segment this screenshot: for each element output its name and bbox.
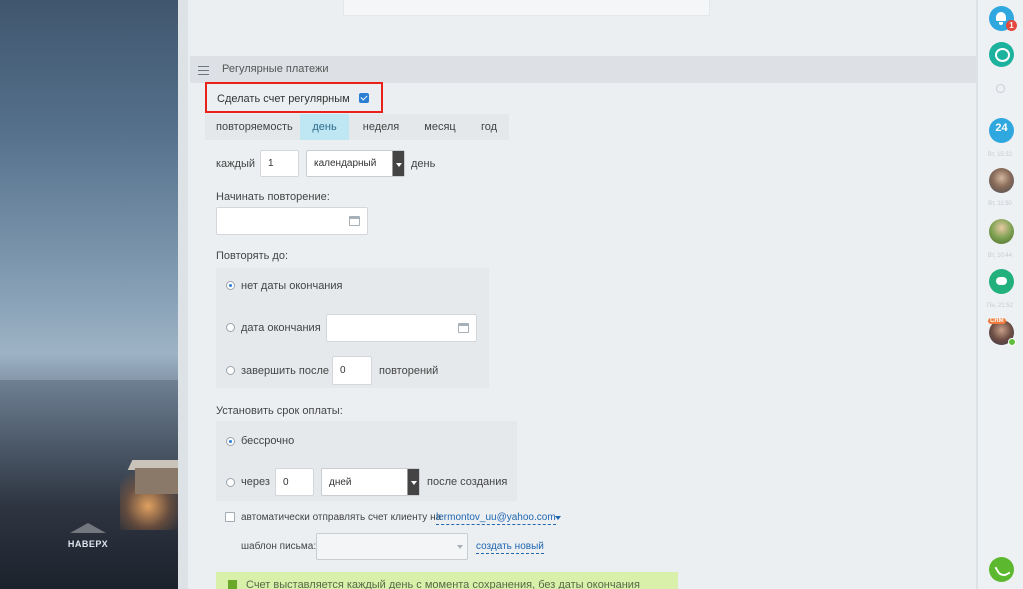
make-regular-checkbox[interactable] — [359, 93, 369, 103]
top-input-area — [343, 0, 710, 16]
make-regular-row: Сделать счет регулярным — [205, 82, 383, 113]
start-repeat-label: Начинать повторение: — [216, 191, 330, 203]
client-email-link[interactable]: lermontov_uu@yahoo.com — [436, 512, 556, 525]
search-icon[interactable] — [996, 84, 1005, 93]
auto-send-label: автоматически отправлять счет клиенту на — [241, 512, 442, 523]
pay-after-label: через — [241, 476, 270, 488]
rail-timestamp: Пн, 21:52 — [987, 303, 1013, 309]
end-date-input[interactable] — [326, 314, 477, 342]
crm-badge: CRM — [988, 318, 1006, 324]
notification-badge: 1 — [1006, 20, 1017, 31]
create-template-link[interactable]: создать новый — [476, 541, 544, 554]
chat-icon[interactable] — [989, 42, 1014, 67]
chevron-down-icon — [392, 151, 404, 176]
repetitions-input[interactable]: 0 — [332, 356, 372, 385]
repeat-frequency-label: повторяемость — [216, 121, 293, 133]
section-header-recurring: Регулярные платежи — [190, 56, 976, 83]
scroll-to-top-button[interactable]: НАВЕРХ — [60, 523, 116, 549]
repetitions-unit-label: повторений — [379, 365, 439, 377]
auto-send-checkbox[interactable] — [225, 512, 235, 522]
rail-timestamp: Вт, 10:44 — [987, 253, 1013, 259]
pay-after-unit-select[interactable]: дней — [321, 468, 420, 496]
chevron-down-icon — [407, 469, 419, 495]
calendar-24-icon[interactable]: 24 — [989, 118, 1014, 143]
section-title: Регулярные платежи — [222, 63, 329, 75]
scroll-to-top-label: НАВЕРХ — [67, 539, 109, 549]
indefinite-label: бессрочно — [241, 435, 295, 447]
pay-after-unit-value: дней — [329, 476, 352, 488]
schedule-notice-text: Счет выставляется каждый день с момента … — [246, 579, 640, 589]
no-end-date-label: нет даты окончания — [241, 280, 343, 292]
finish-after-radio[interactable] — [226, 366, 235, 375]
payment-term-label: Установить срок оплаты: — [216, 405, 343, 417]
email-template-select[interactable] — [316, 533, 468, 560]
schedule-notice: Счет выставляется каждый день с момента … — [216, 572, 678, 589]
no-end-date-radio[interactable] — [226, 281, 235, 290]
book-icon — [228, 580, 237, 589]
repeat-option-week[interactable]: неделя — [353, 114, 409, 140]
pay-after-days-input[interactable]: 0 — [275, 468, 314, 496]
avatar[interactable] — [989, 168, 1014, 193]
online-status-indicator — [1008, 338, 1016, 346]
pay-after-radio[interactable] — [226, 478, 235, 487]
repeat-option-day[interactable]: день — [300, 114, 349, 140]
repeat-option-year[interactable]: год — [469, 114, 509, 140]
make-regular-label: Сделать счет регулярным — [217, 93, 350, 105]
arrow-up-icon — [70, 523, 106, 533]
calendar-icon[interactable] — [458, 323, 469, 333]
cloud-icon[interactable] — [989, 269, 1014, 294]
every-label: каждый — [216, 158, 255, 170]
wallpaper-house — [135, 468, 180, 494]
repeat-frequency-switch: повторяемость день неделя месяц год — [205, 114, 509, 140]
drag-handle-icon[interactable] — [198, 66, 209, 78]
calendar-icon[interactable] — [349, 216, 360, 226]
every-unit-label: день — [411, 158, 436, 170]
every-count-input[interactable]: 1 — [260, 150, 299, 177]
email-template-label: шаблон письма: — [241, 541, 317, 552]
indefinite-radio[interactable] — [226, 437, 235, 446]
avatar[interactable] — [989, 219, 1014, 244]
end-date-label: дата окончания — [241, 322, 321, 334]
every-type-value: календарный — [314, 158, 377, 169]
phone-icon[interactable] — [989, 557, 1014, 582]
repeat-until-label: Повторять до: — [216, 250, 289, 262]
wallpaper: НАВЕРХ — [0, 0, 188, 589]
panel-edge — [178, 0, 188, 589]
end-date-radio[interactable] — [226, 323, 235, 332]
email-dropdown-icon[interactable] — [555, 516, 561, 520]
after-creation-label: после создания — [427, 476, 508, 488]
rail-timestamp: Вт, 11:50 — [988, 201, 1012, 207]
every-type-select[interactable]: календарный — [306, 150, 405, 177]
rail-timestamp: Вт, 15:32 — [987, 152, 1013, 158]
start-date-input[interactable] — [216, 207, 368, 235]
repeat-option-month[interactable]: месяц — [415, 114, 465, 140]
finish-after-label: завершить после — [241, 365, 330, 377]
chevron-down-icon — [457, 545, 463, 549]
